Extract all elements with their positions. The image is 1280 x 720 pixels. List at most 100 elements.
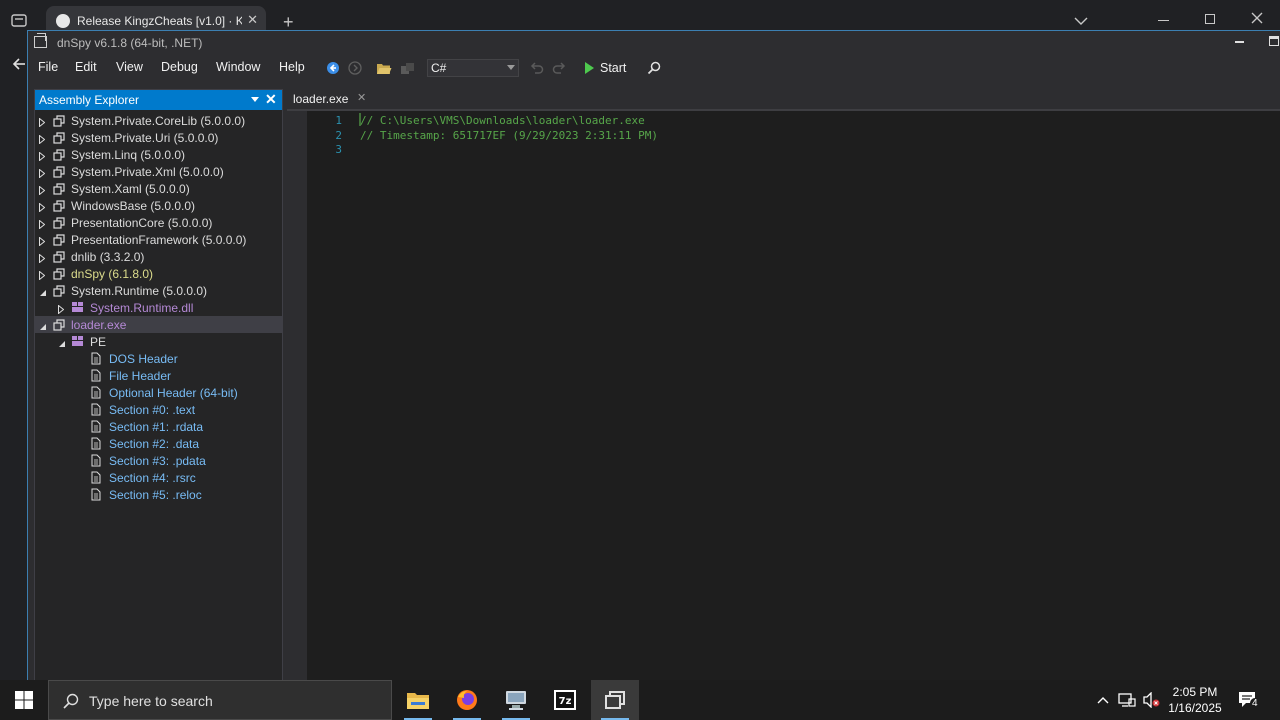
expand-arrow-icon[interactable] bbox=[39, 218, 46, 232]
assembly-icon bbox=[53, 234, 65, 249]
tree-node[interactable]: System.Linq (5.0.0.0) bbox=[35, 146, 282, 163]
document-icon bbox=[91, 471, 101, 487]
panel-menu-chevron-icon[interactable] bbox=[251, 97, 259, 102]
browser-tab-title: Release KingzCheats [v1.0] · Kin bbox=[77, 14, 242, 28]
undo-icon[interactable] bbox=[528, 59, 546, 77]
language-select[interactable]: C# bbox=[427, 59, 519, 77]
browser-restore-button[interactable] bbox=[1205, 14, 1215, 24]
tree-node[interactable]: PresentationCore (5.0.0.0) bbox=[35, 214, 282, 231]
maximize-button[interactable] bbox=[1269, 36, 1279, 46]
collapse-arrow-icon[interactable] bbox=[39, 320, 47, 334]
taskbar: Type here to search 7z 2:05 PM 1/16/2025… bbox=[0, 680, 1280, 720]
redo-icon[interactable] bbox=[550, 59, 568, 77]
tree-node-label: System.Xaml (5.0.0.0) bbox=[71, 182, 190, 196]
expand-arrow-icon[interactable] bbox=[39, 201, 46, 215]
expand-arrow-icon[interactable] bbox=[58, 303, 65, 317]
7zip-taskbar-icon[interactable]: 7z bbox=[541, 680, 589, 720]
expand-arrow-icon[interactable] bbox=[39, 252, 46, 266]
menu-debug[interactable]: Debug bbox=[161, 60, 198, 74]
expand-arrow-icon[interactable] bbox=[39, 133, 46, 147]
tab-search-icon[interactable] bbox=[11, 13, 27, 31]
tree-node[interactable]: System.Xaml (5.0.0.0) bbox=[35, 180, 282, 197]
tree-node[interactable]: Section #0: .text bbox=[35, 401, 282, 418]
expand-arrow-icon[interactable] bbox=[39, 116, 46, 130]
assembly-icon bbox=[53, 200, 65, 215]
back-arrow-icon[interactable] bbox=[12, 58, 26, 73]
collapse-arrow-icon[interactable] bbox=[39, 286, 47, 300]
browser-minimize-button[interactable] bbox=[1158, 20, 1169, 21]
tab-list-chevron-icon[interactable] bbox=[1074, 14, 1088, 28]
file-explorer-taskbar-icon[interactable] bbox=[394, 680, 442, 720]
expand-arrow-icon[interactable] bbox=[39, 269, 46, 283]
menu-help[interactable]: Help bbox=[279, 60, 305, 74]
open-folder-icon[interactable] bbox=[375, 59, 393, 77]
menu-edit[interactable]: Edit bbox=[75, 60, 97, 74]
expand-arrow-icon[interactable] bbox=[39, 235, 46, 249]
tree-node[interactable]: dnlib (3.3.2.0) bbox=[35, 248, 282, 265]
assembly-explorer-panel: Assembly Explorer ✕ System.Private.CoreL… bbox=[34, 89, 283, 681]
menu-view[interactable]: View bbox=[116, 60, 143, 74]
network-icon[interactable] bbox=[1117, 680, 1137, 720]
notification-center-icon[interactable]: 4 bbox=[1236, 680, 1260, 720]
start-button[interactable] bbox=[0, 680, 48, 720]
navigate-forward-icon[interactable] bbox=[346, 59, 364, 77]
panel-splitter[interactable] bbox=[283, 89, 307, 681]
assembly-explorer-title: Assembly Explorer bbox=[39, 93, 140, 107]
tree-node[interactable]: System.Private.Xml (5.0.0.0) bbox=[35, 163, 282, 180]
tree-node[interactable]: Section #1: .rdata bbox=[35, 418, 282, 435]
tree-node-label: DOS Header bbox=[109, 352, 178, 366]
tree-node[interactable]: System.Runtime.dll bbox=[35, 299, 282, 316]
collapse-arrow-icon[interactable] bbox=[58, 337, 66, 351]
tree-node[interactable]: System.Private.CoreLib (5.0.0.0) bbox=[35, 112, 282, 129]
tree-node[interactable]: Optional Header (64-bit) bbox=[35, 384, 282, 401]
chevron-down-icon bbox=[507, 65, 515, 70]
taskbar-search-input[interactable]: Type here to search bbox=[48, 680, 392, 720]
tree-node[interactable]: File Header bbox=[35, 367, 282, 384]
expand-arrow-icon[interactable] bbox=[39, 167, 46, 181]
open-list-icon[interactable] bbox=[398, 59, 416, 77]
tab-loader-exe[interactable]: loader.exe ✕ bbox=[287, 89, 372, 109]
expand-arrow-icon[interactable] bbox=[39, 184, 46, 198]
assembly-icon bbox=[53, 183, 65, 198]
tree-node[interactable]: System.Private.Uri (5.0.0.0) bbox=[35, 129, 282, 146]
taskbar-clock[interactable]: 2:05 PM 1/16/2025 bbox=[1160, 684, 1230, 716]
tree-node-label: System.Private.CoreLib (5.0.0.0) bbox=[71, 114, 246, 128]
assembly-icon bbox=[53, 285, 65, 300]
close-tab-icon[interactable]: ✕ bbox=[247, 12, 258, 28]
document-icon bbox=[91, 369, 101, 385]
tree-node[interactable]: PresentationFramework (5.0.0.0) bbox=[35, 231, 282, 248]
computer-taskbar-icon[interactable] bbox=[492, 680, 540, 720]
tree-node[interactable]: loader.exe bbox=[35, 316, 282, 333]
navigate-back-icon[interactable] bbox=[324, 59, 342, 77]
expand-arrow-icon[interactable] bbox=[39, 150, 46, 164]
tree-node[interactable]: Section #3: .pdata bbox=[35, 452, 282, 469]
tree-node[interactable]: Section #2: .data bbox=[35, 435, 282, 452]
close-tab-icon[interactable]: ✕ bbox=[357, 91, 366, 104]
tree-node-label: System.Private.Uri (5.0.0.0) bbox=[71, 131, 219, 145]
menu-window[interactable]: Window bbox=[216, 60, 260, 74]
title-bar: dnSpy v6.1.8 (64-bit, .NET) bbox=[28, 31, 1280, 55]
tree-node[interactable]: dnSpy (6.1.8.0) bbox=[35, 265, 282, 282]
minimize-button[interactable] bbox=[1235, 41, 1244, 43]
start-debugging-button[interactable]: Start bbox=[585, 59, 626, 77]
firefox-taskbar-icon[interactable] bbox=[443, 680, 491, 720]
browser-close-button[interactable] bbox=[1251, 12, 1263, 27]
tree-node-label: Section #0: .text bbox=[109, 403, 196, 417]
tree-node[interactable]: System.Runtime (5.0.0.0) bbox=[35, 282, 282, 299]
dnspy-taskbar-icon[interactable] bbox=[591, 680, 639, 720]
tree-node[interactable]: Section #4: .rsrc bbox=[35, 469, 282, 486]
svg-text:7z: 7z bbox=[559, 696, 572, 707]
search-placeholder: Type here to search bbox=[89, 693, 213, 709]
tree-node[interactable]: PE bbox=[35, 333, 282, 350]
document-icon bbox=[91, 352, 101, 368]
code-editor[interactable]: 1 // C:\Users\VMS\Downloads\loader\loade… bbox=[307, 111, 1280, 681]
chevron-up-icon[interactable] bbox=[1094, 680, 1112, 720]
tree-node[interactable]: WindowsBase (5.0.0.0) bbox=[35, 197, 282, 214]
close-panel-icon[interactable]: ✕ bbox=[265, 91, 277, 108]
tree-node-label: PresentationFramework (5.0.0.0) bbox=[71, 233, 247, 247]
search-icon[interactable] bbox=[645, 59, 663, 77]
volume-muted-icon[interactable] bbox=[1141, 680, 1161, 720]
tree-node[interactable]: DOS Header bbox=[35, 350, 282, 367]
menu-file[interactable]: File bbox=[38, 60, 58, 74]
tree-node[interactable]: Section #5: .reloc bbox=[35, 486, 282, 503]
